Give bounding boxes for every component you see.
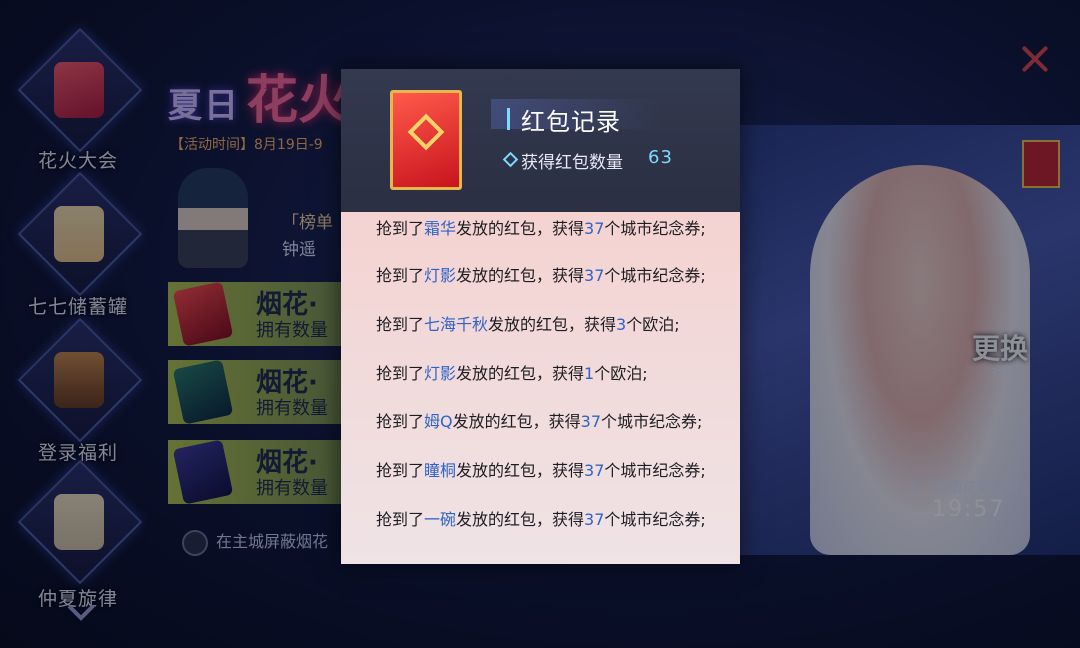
character-panel: 更换 对象 下一场烟花祭还剩 19:57	[740, 125, 1080, 555]
record-suffix: 个欧泊;	[626, 315, 680, 334]
record-amount: 37	[584, 461, 605, 480]
diamond-bullet-icon	[502, 151, 519, 168]
sidebar-item-label: 花火大会	[37, 150, 118, 172]
ranking-player-name: 钟遥	[282, 240, 316, 260]
record-middle: 发放的红包，获得	[456, 364, 585, 383]
change-target-button[interactable]: 更换	[972, 327, 1028, 367]
next-festival-label: 下一场烟花祭还剩	[906, 480, 1018, 496]
envelope-emblem	[407, 113, 445, 151]
record-item: 抢到了霜华发放的红包，获得37个城市纪念券;	[376, 218, 716, 239]
record-item: 抢到了一碗发放的红包，获得37个城市纪念券;	[376, 509, 716, 530]
record-prefix: 抢到了	[376, 315, 425, 334]
event-title-main: 花火	[246, 71, 351, 131]
record-player-name: 灯影	[424, 266, 457, 285]
record-amount: 37	[584, 510, 605, 529]
countdown-timer: 19:57	[932, 497, 1006, 522]
record-player-name: 霜华	[424, 219, 457, 238]
sidebar-item-savings-jar[interactable]: 七七储蓄罐	[8, 171, 148, 318]
firework-box-icon	[172, 360, 234, 424]
red-envelope-record-dialog: 红包记录 获得红包数量 63 抢到了霜华发放的红包，获得37个城市纪念券; 抢到…	[341, 69, 740, 564]
record-prefix: 抢到了	[376, 364, 425, 383]
record-prefix: 抢到了	[376, 412, 425, 431]
close-icon[interactable]	[1018, 42, 1052, 76]
record-player-name: 灯影	[424, 364, 457, 383]
record-middle: 发放的红包，获得	[452, 412, 581, 431]
record-item: 抢到了姆Q发放的红包，获得37个城市纪念券;	[376, 411, 716, 432]
record-prefix: 抢到了	[376, 461, 425, 480]
envelope-count-label: 获得红包数量	[521, 153, 623, 173]
sidebar-item-midsummer-melody[interactable]: 仲夏旋律	[8, 459, 148, 610]
event-title-prefix: 夏日	[168, 86, 240, 126]
record-amount: 1	[584, 364, 595, 383]
record-suffix: 个城市纪念券;	[604, 461, 706, 480]
record-list[interactable]: 抢到了霜华发放的红包，获得37个城市纪念券; 抢到了灯影发放的红包，获得37个城…	[341, 212, 740, 564]
sidebar: 花火大会 七七储蓄罐 登录福利 仲夏旋律	[0, 0, 160, 648]
record-item: 抢到了灯影发放的红包，获得1个欧泊;	[376, 363, 716, 384]
record-player-name: 七海千秋	[424, 315, 489, 334]
change-target-sublabel: 对象	[990, 366, 1018, 382]
gift-box-icon	[54, 62, 104, 118]
record-suffix: 个城市纪念券;	[604, 510, 706, 529]
record-suffix: 个城市纪念券;	[604, 219, 706, 238]
record-player-name: 姆Q	[424, 412, 453, 431]
record-item: 抢到了七海千秋发放的红包，获得3个欧泊;	[376, 314, 716, 335]
firework-count-label: 拥有数量	[256, 478, 328, 499]
character-icon	[54, 206, 104, 262]
record-amount: 37	[580, 412, 601, 431]
record-item: 抢到了瞳桐发放的红包，获得37个城市纪念券;	[376, 460, 716, 481]
record-middle: 发放的红包，获得	[456, 510, 585, 529]
record-suffix: 个欧泊;	[594, 364, 648, 383]
chevron-down-icon[interactable]	[66, 598, 96, 628]
record-middle: 发放的红包，获得	[456, 461, 585, 480]
red-envelope-badge-icon[interactable]	[1022, 140, 1060, 188]
sidebar-item-login-bonus[interactable]: 登录福利	[8, 317, 148, 464]
record-prefix: 抢到了	[376, 266, 425, 285]
record-player-name: 瞳桐	[424, 461, 457, 480]
record-prefix: 抢到了	[376, 219, 425, 238]
firework-count-label: 拥有数量	[256, 398, 328, 419]
shield-fireworks-toggle[interactable]: 在主城屏蔽烟花	[182, 528, 328, 556]
toggle-checkbox-icon	[182, 529, 208, 556]
sidebar-item-fireworks-festival[interactable]: 花火大会	[8, 27, 148, 172]
red-envelope-icon	[390, 90, 462, 190]
envelope-count-value: 63	[648, 147, 673, 168]
record-amount: 37	[584, 219, 605, 238]
record-middle: 发放的红包，获得	[488, 315, 617, 334]
firework-box-icon	[172, 282, 234, 346]
dialog-title: 红包记录	[521, 108, 621, 136]
dialog-header: 红包记录 获得红包数量 63	[341, 69, 740, 212]
record-suffix: 个城市纪念券;	[604, 266, 706, 285]
record-amount: 3	[616, 315, 627, 334]
record-player-name: 一碗	[424, 510, 457, 529]
record-suffix: 个城市纪念券;	[601, 412, 703, 431]
event-time: 【活动时间】8月19日-9	[170, 137, 323, 153]
record-middle: 发放的红包，获得	[456, 266, 585, 285]
record-amount: 37	[584, 266, 605, 285]
firework-box-icon	[172, 440, 234, 504]
ranking-avatar	[178, 168, 248, 268]
character-icon	[54, 494, 104, 550]
shield-fireworks-label: 在主城屏蔽烟花	[216, 532, 329, 551]
record-item: 抢到了灯影发放的红包，获得37个城市纪念券;	[376, 265, 716, 286]
title-accent-bar	[507, 108, 510, 130]
record-prefix: 抢到了	[376, 510, 425, 529]
treasure-icon	[54, 352, 104, 408]
record-middle: 发放的红包，获得	[456, 219, 585, 238]
ranking-tag: 「榜单	[282, 213, 333, 233]
firework-count-label: 拥有数量	[256, 320, 328, 341]
sidebar-item-label: 七七储蓄罐	[27, 296, 128, 318]
